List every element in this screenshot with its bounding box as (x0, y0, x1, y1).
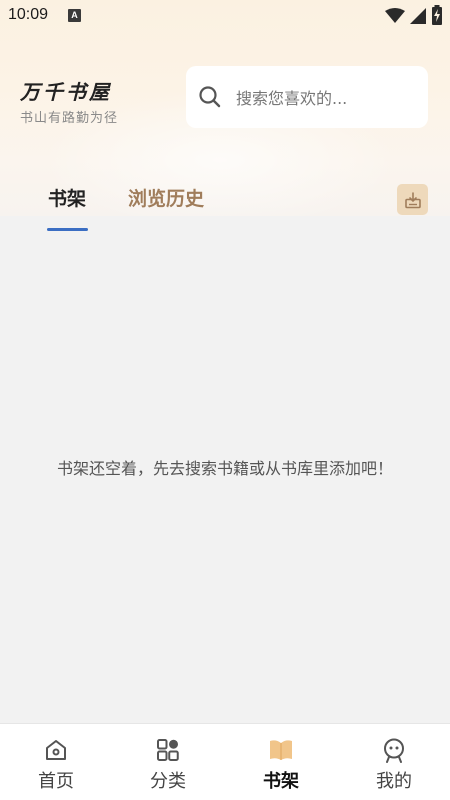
notification-icon: A (68, 9, 81, 22)
category-icon (157, 739, 179, 761)
tab-bookshelf[interactable]: 书架 (48, 186, 86, 212)
nav-bookshelf-label: 书架 (263, 771, 299, 792)
wifi-icon (385, 8, 405, 23)
bottom-navigation: 首页 分类 书架 我的 (0, 723, 450, 800)
empty-shelf-message: 书架还空着，先去搜索书籍或从书库里添加吧！ (56, 459, 393, 478)
search-input[interactable]: 搜索您喜欢的... (186, 66, 428, 128)
book-icon (270, 740, 292, 760)
search-placeholder: 搜索您喜欢的... (236, 89, 348, 108)
search-icon (199, 86, 221, 108)
nav-category[interactable]: 分类 (112, 724, 224, 800)
nav-category-label: 分类 (150, 771, 186, 792)
download-icon (404, 191, 421, 208)
battery-icon (432, 5, 442, 25)
home-icon (46, 740, 66, 760)
status-bar: 10:09 A (0, 0, 450, 32)
signal-icon (410, 8, 426, 24)
active-tab-indicator (47, 228, 88, 231)
logo-subtitle: 书山有路勤为径 (20, 111, 119, 126)
app-logo: 万千书屋 书山有路勤为径 (20, 80, 118, 126)
logo-title: 万千书屋 (20, 80, 112, 104)
nav-home-label: 首页 (38, 771, 74, 792)
nav-profile-label: 我的 (376, 771, 412, 792)
status-time: 10:09 (8, 6, 49, 23)
tab-history[interactable]: 浏览历史 (128, 186, 204, 212)
download-button[interactable] (397, 184, 428, 215)
nav-home[interactable]: 首页 (0, 724, 112, 800)
nav-profile[interactable]: 我的 (338, 724, 450, 800)
nav-bookshelf[interactable]: 书架 (225, 724, 337, 800)
profile-icon (384, 738, 404, 763)
